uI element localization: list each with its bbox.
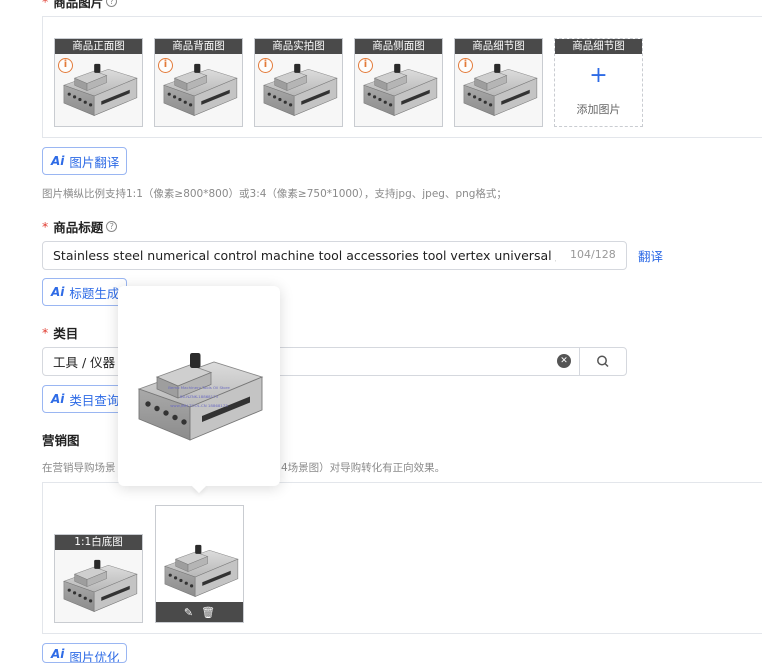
image-optimize-label: 图片优化 (69, 650, 120, 663)
watermark-line: Bemo Machinery Tools Oil Store (168, 385, 230, 390)
thumb-action-bar: ✎ 🗑 (156, 602, 243, 622)
category-label-text: 类目 (53, 326, 79, 341)
category-query-button[interactable]: Ai 类目查询 (42, 385, 127, 413)
image-translate-label: 图片翻译 (69, 154, 120, 170)
title-input-value: Stainless steel numerical control machin… (53, 248, 556, 263)
add-slot-caption: 商品细节图 (555, 39, 642, 54)
warning-icon[interactable]: i (358, 58, 373, 73)
ai-icon: Ai (51, 392, 65, 406)
product-thumb-back[interactable]: 商品背面图 i (154, 38, 243, 127)
title-counter: 104/128 (566, 248, 620, 261)
delete-icon[interactable]: 🗑 (201, 606, 215, 619)
title-label-text: 商品标题 (53, 220, 104, 235)
ai-icon: Ai (51, 154, 65, 168)
watermark-line: 86-NZNK-18868173 (180, 394, 219, 399)
product-images-label: * 商品图片 ? (42, 0, 118, 11)
question-circle-icon[interactable]: ? (106, 0, 118, 7)
vise-image (164, 544, 239, 597)
product-images-title: 商品图片 (53, 0, 104, 10)
required-mark: * (42, 0, 49, 9)
category-label: * 类目 (42, 323, 78, 342)
marketing-hint-right: 4场景图）对导购转化有正向效果。 (281, 462, 446, 474)
thumb-caption: 商品背面图 (155, 39, 242, 54)
product-thumb-detail[interactable]: 商品细节图 i (454, 38, 543, 127)
required-mark: * (42, 325, 49, 340)
thumb-caption: 商品实拍图 (255, 39, 342, 54)
plus-icon: + (589, 63, 608, 88)
marketing-label: 营销图 (42, 430, 80, 449)
question-circle-icon[interactable]: ? (106, 221, 118, 232)
warning-icon[interactable]: i (58, 58, 73, 73)
title-label: * 商品标题 ? (42, 217, 118, 236)
image-preview-popover: Bemo Machinery Tools Oil Store 86-NZNK-1… (118, 286, 280, 494)
ai-icon: Ai (51, 285, 65, 299)
watermark-line: www.JMH-TOOL.CN 18868173 (170, 403, 228, 408)
category-search-button[interactable] (579, 347, 627, 376)
category-input-value: 工具 / 仪器 (53, 355, 116, 370)
image-format-hint: 图片横纵比例支持1:1（像素≥800*800）或3:4（像素≥750*1000）… (42, 188, 507, 200)
thumb-caption: 商品细节图 (455, 39, 542, 54)
title-translate-link[interactable]: 翻译 (638, 246, 663, 265)
edit-icon[interactable]: ✎ (184, 606, 193, 619)
vise-preview-image: Bemo Machinery Tools Oil Store 86-NZNK-1… (138, 352, 263, 441)
warning-icon[interactable]: i (258, 58, 273, 73)
marketing-thumb-caption: 1:1白底图 (55, 535, 142, 550)
search-icon (597, 355, 609, 368)
product-thumb-front[interactable]: 商品正面图 i (54, 38, 143, 127)
title-generate-label: 标题生成 (69, 285, 120, 301)
warning-icon[interactable]: i (158, 58, 173, 73)
marketing-label-text: 营销图 (42, 433, 80, 448)
image-optimize-button[interactable]: Ai 图片优化 (42, 643, 127, 663)
product-thumb-real[interactable]: 商品实拍图 i (254, 38, 343, 127)
title-generate-button[interactable]: Ai 标题生成 (42, 278, 127, 306)
marketing-thumb-selected[interactable]: ✎ 🗑 (155, 505, 244, 623)
marketing-hint-left: 在营销导购场景 (42, 462, 116, 474)
clear-icon[interactable]: ✕ (557, 354, 571, 368)
title-input[interactable]: Stainless steel numerical control machin… (42, 241, 627, 270)
marketing-panel: 1:1白底图 ✎ 🗑 (42, 482, 762, 634)
category-query-label: 类目查询 (69, 392, 120, 408)
add-image-label: 添加图片 (576, 103, 621, 116)
image-translate-button[interactable]: Ai 图片翻译 (42, 147, 127, 175)
marketing-thumb-white-bg[interactable]: 1:1白底图 (54, 534, 143, 623)
warning-icon[interactable]: i (458, 58, 473, 73)
ai-icon: Ai (51, 647, 65, 661)
add-image-slot[interactable]: 商品细节图 + 添加图片 (554, 38, 643, 127)
thumb-caption: 商品侧面图 (355, 39, 442, 54)
thumb-caption: 商品正面图 (55, 39, 142, 54)
product-images-panel: 商品正面图 i 商品背面图 i 商品实拍图 i 商品侧面图 i 商品细节图 i 商品细节图 + 添… (42, 16, 762, 138)
product-thumb-side[interactable]: 商品侧面图 i (354, 38, 443, 127)
required-mark: * (42, 219, 49, 234)
